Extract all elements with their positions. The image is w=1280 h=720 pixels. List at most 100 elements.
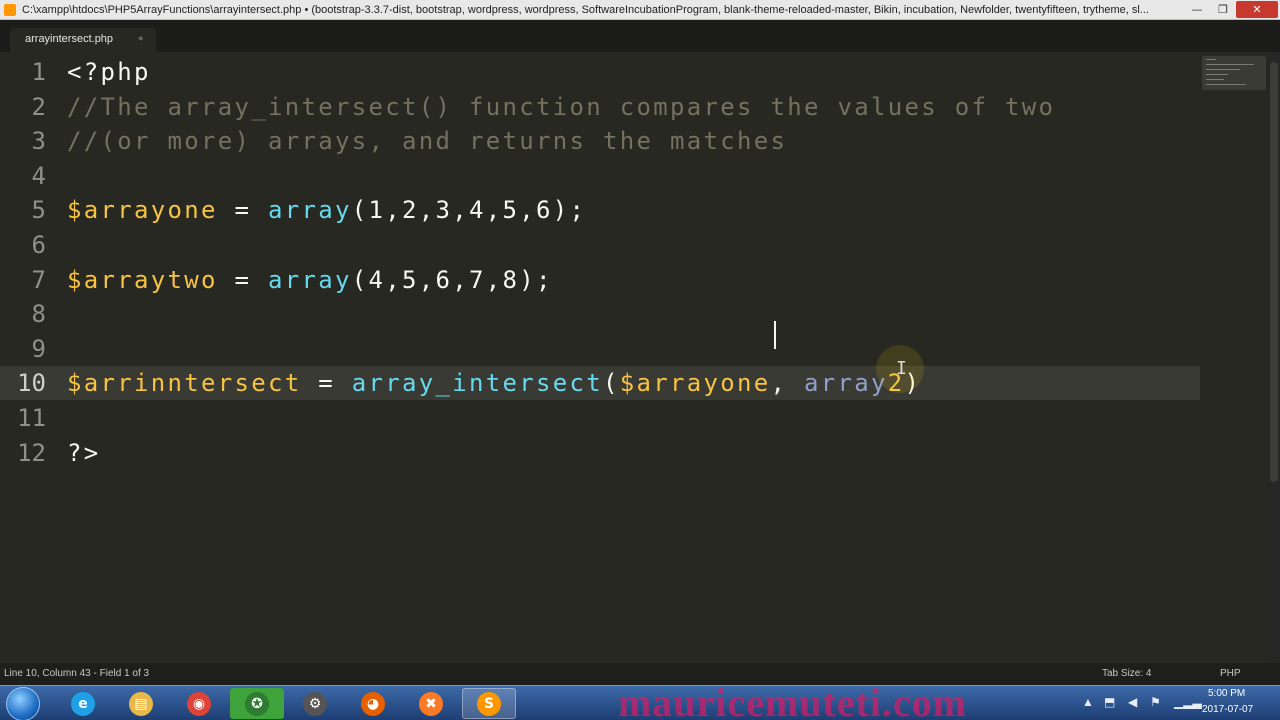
code-token: $arraytwo — [67, 265, 218, 294]
app-green-icon: ✪ — [245, 691, 269, 716]
window-title: C:\xampp\htdocs\PHP5ArrayFunctions\array… — [22, 3, 1149, 16]
minimap-line — [1206, 84, 1246, 85]
line-number: 9 — [31, 334, 46, 363]
taskbar-sublime-text[interactable]: S — [462, 688, 516, 719]
line-number: 12 — [17, 438, 46, 467]
code-token: //The array_intersect() function compare… — [67, 92, 1056, 121]
taskbar-chrome[interactable]: ◉ — [172, 688, 226, 719]
code-line[interactable]: 11 — [0, 401, 1200, 435]
taskbar-app-green[interactable]: ✪ — [230, 688, 284, 719]
code-token: = — [301, 369, 352, 398]
code-line[interactable]: 10 $arrinntersect = array_intersect($arra… — [0, 366, 1200, 401]
clock-time[interactable]: 5:00 PM — [1208, 688, 1245, 699]
system-tray: ▲ ⬒ ◀ ⚑ ▁▂▃ 5:00 PM 2017-07-07 — [1078, 685, 1280, 720]
code-text[interactable]: $arrayone = array(1,2,3,4,5,6); — [67, 196, 586, 224]
tab-dirty-indicator-icon[interactable]: ● — [138, 33, 143, 43]
tab-strip: arrayintersect.php ● — [0, 20, 1280, 52]
text-caret — [774, 321, 776, 349]
line-number: 1 — [31, 58, 46, 86]
xampp-icon: ✖ — [419, 691, 443, 716]
minimap[interactable] — [1202, 56, 1266, 90]
line-number: 8 — [31, 300, 46, 329]
show-hidden-icons-icon[interactable]: ▲ — [1082, 695, 1094, 709]
action-center-flag-icon[interactable]: ⚑ — [1150, 695, 1161, 709]
start-button-icon[interactable] — [6, 687, 40, 720]
file-explorer-icon: ▤ — [129, 691, 153, 716]
code-text[interactable]: //The array_intersect() function compare… — [67, 93, 1055, 121]
code-text[interactable]: ?> — [67, 439, 101, 467]
minimap-line — [1206, 69, 1240, 70]
scrollbar-thumb[interactable] — [1270, 62, 1278, 482]
code-text[interactable]: //(or more) arrays, and returns the matc… — [67, 127, 787, 155]
code-editor[interactable]: 1 <?php 2 //The array_intersect() function … — [0, 52, 1268, 663]
taskbar-firefox[interactable]: ◕ — [346, 688, 400, 719]
code-line[interactable]: 3 //(or more) arrays, and returns the mat… — [0, 124, 1200, 158]
taskbar-xampp[interactable]: ✖ — [404, 688, 458, 719]
code-token: = — [217, 265, 268, 294]
sublime-text-icon: S — [477, 691, 501, 716]
code-line[interactable]: 7 $arraytwo = array(4,5,6,7,8); — [0, 263, 1200, 297]
code-token: ?> — [67, 438, 101, 467]
volume-icon[interactable]: ◀ — [1128, 695, 1137, 709]
code-line[interactable]: 9 — [0, 332, 1200, 366]
code-token: array — [268, 265, 352, 294]
code-token: , — [770, 369, 804, 398]
code-text[interactable]: $arraytwo = array(4,5,6,7,8); — [67, 266, 553, 294]
line-number: 11 — [17, 404, 46, 432]
code-token: $arrinntersect — [67, 369, 302, 398]
code-token: array — [268, 196, 352, 225]
code-line[interactable]: 8 — [0, 297, 1200, 331]
code-token: = — [217, 196, 268, 225]
line-number: 4 — [31, 161, 46, 190]
taskbar-app-tool[interactable]: ⚙ — [288, 688, 342, 719]
code-text[interactable]: <?php — [67, 58, 151, 86]
code-line[interactable]: 4 — [0, 159, 1200, 193]
network-app-icon[interactable]: ⬒ — [1104, 695, 1115, 709]
tab-size-indicator[interactable]: Tab Size: 4 — [1102, 668, 1151, 679]
minimize-button[interactable]: — — [1184, 1, 1210, 18]
cursor-position: Line 10, Column 43 - Field 1 of 3 — [4, 668, 150, 679]
ibeam-cursor-icon: I — [896, 358, 907, 379]
tab-label: arrayintersect.php — [25, 33, 114, 45]
code-token: $arrayone — [619, 369, 771, 398]
code-line[interactable]: 6 — [0, 228, 1200, 262]
code-line[interactable]: 2 //The array_intersect() function compar… — [0, 90, 1200, 124]
maximize-button[interactable]: ❐ — [1210, 1, 1236, 18]
code-token: <?php — [67, 58, 151, 86]
code-line[interactable]: 1 <?php — [0, 55, 1200, 89]
close-button[interactable]: ✕ — [1236, 1, 1278, 18]
minimap-line — [1206, 79, 1224, 80]
firefox-icon: ◕ — [361, 691, 385, 716]
line-number: 6 — [31, 231, 46, 259]
minimap-line — [1206, 64, 1254, 65]
code-token: (4,5,6,7,8); — [351, 265, 553, 294]
watermark: mauricemuteti.com — [618, 680, 968, 720]
code-token: $arrayone — [67, 196, 218, 225]
tab-arrayintersect[interactable]: arrayintersect.php ● — [10, 28, 156, 52]
syntax-indicator[interactable]: PHP — [1220, 668, 1241, 679]
minimap-line — [1206, 59, 1216, 60]
line-number: 10 — [17, 369, 46, 398]
taskbar-file-explorer[interactable]: ▤ — [114, 688, 168, 719]
title-bar: C:\xampp\htdocs\PHP5ArrayFunctions\array… — [0, 0, 1280, 20]
code-token: array_intersect — [351, 369, 603, 398]
code-token: array — [804, 369, 888, 398]
code-line[interactable]: 5 $arrayone = array(1,2,3,4,5,6); — [0, 193, 1200, 227]
chrome-icon: ◉ — [187, 691, 211, 716]
code-line[interactable]: 12 ?> — [0, 436, 1200, 470]
minimap-line — [1206, 74, 1228, 75]
code-token: ( — [603, 369, 620, 398]
internet-explorer-icon: e — [71, 691, 95, 716]
code-token: //(or more) arrays, and returns the matc… — [67, 127, 788, 156]
vertical-scrollbar[interactable] — [1268, 52, 1280, 663]
code-text[interactable]: $arrinntersect = array_intersect($arrayo… — [67, 369, 921, 397]
app-tool-icon: ⚙ — [303, 691, 327, 716]
line-number: 2 — [31, 92, 46, 121]
taskbar-internet-explorer[interactable]: e — [56, 688, 110, 719]
sublime-app-icon — [4, 3, 16, 16]
clock-date[interactable]: 2017-07-07 — [1202, 704, 1253, 715]
line-number: 7 — [31, 265, 46, 294]
line-number: 3 — [31, 127, 46, 156]
signal-icon[interactable]: ▁▂▃ — [1174, 695, 1202, 709]
line-number: 5 — [31, 196, 46, 225]
